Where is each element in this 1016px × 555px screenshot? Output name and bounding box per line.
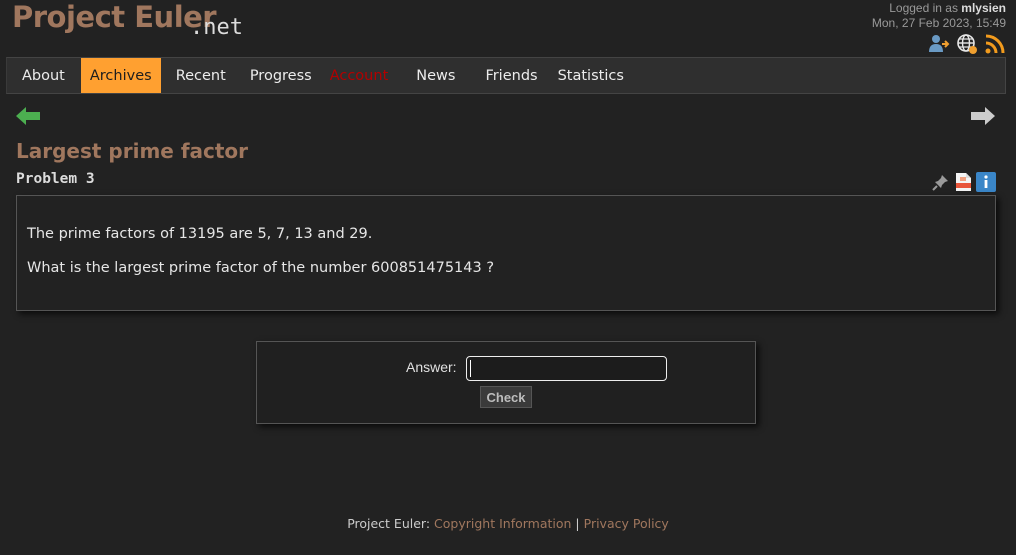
problem-content: The prime factors of 13195 are 5, 7, 13 … [16,195,996,311]
pin-icon[interactable] [932,173,950,195]
logged-in-label: Logged in as [889,1,962,15]
problem-icons [932,172,996,196]
text-caret [470,360,471,377]
previous-problem-arrow-icon[interactable] [15,106,41,130]
footer-prefix: Project Euler: [347,516,435,531]
site-logo-suffix: .net [190,15,243,40]
user-logout-icon[interactable] [928,33,950,55]
nav-account[interactable]: Account [321,58,398,93]
problem-paragraph: The prime factors of 13195 are 5, 7, 13 … [27,226,373,242]
current-datetime: Mon, 27 Feb 2023, 15:49 [871,16,1006,30]
footer: Project Euler: Copyright Information | P… [0,516,1016,531]
problem-paragraph: What is the largest prime factor of the … [27,260,495,276]
footer-separator: | [571,516,584,531]
next-problem-arrow-icon[interactable] [970,106,996,130]
answer-input[interactable] [466,356,667,381]
main-nav: About Archives Recent Progress Account N… [6,57,1006,94]
nav-archives[interactable]: Archives [80,58,161,93]
nav-about[interactable]: About [7,58,81,93]
info-icon[interactable] [976,172,996,196]
nav-recent[interactable]: Recent [161,58,236,93]
pdf-icon[interactable] [954,172,972,196]
nav-friends[interactable]: Friends [465,58,547,93]
answer-label: Answer: [406,359,457,375]
header-icons [928,33,1006,55]
username: mlysien [961,1,1006,15]
answer-form [256,341,756,424]
nav-progress[interactable]: Progress [236,58,321,93]
problem-number: Problem 3 [16,171,95,187]
nav-news[interactable]: News [397,58,465,93]
problem-title: Largest prime factor [16,139,249,163]
site-logo[interactable]: Project Euler [12,0,217,34]
check-button[interactable]: Check [480,386,532,408]
user-info: Logged in as mlysien Mon, 27 Feb 2023, 1… [872,1,1006,31]
rss-icon[interactable] [984,33,1006,55]
globe-icon[interactable] [956,33,978,55]
nav-statistics[interactable]: Statistics [548,58,634,93]
copyright-link[interactable]: Copyright Information [434,516,571,531]
privacy-policy-link[interactable]: Privacy Policy [584,516,669,531]
